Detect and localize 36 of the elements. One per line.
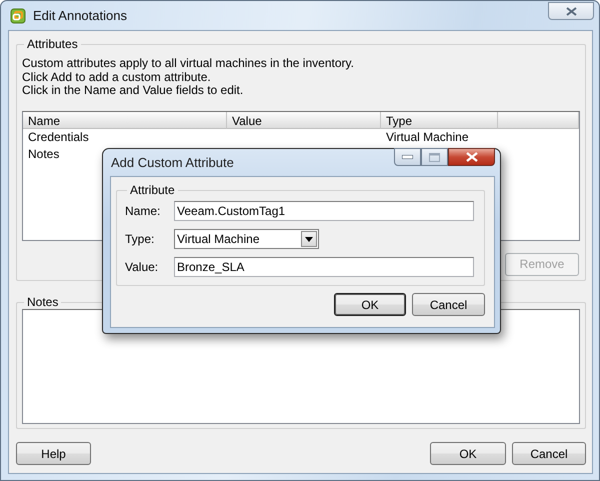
description-text: Click Add to add a custom attribute. <box>22 70 211 84</box>
description-text: Click in the Name and Value fields to edit. <box>22 83 244 97</box>
close-icon <box>466 152 478 162</box>
field-label: Name: <box>125 204 162 218</box>
description-text: Custom attributes apply to all virtual machines in the inventory. <box>22 56 354 70</box>
table-cell: Virtual Machine <box>386 130 468 144</box>
column-header[interactable] <box>498 112 579 128</box>
close-icon <box>566 6 576 16</box>
field-label: Type: <box>125 232 156 246</box>
ok-button[interactable]: OK <box>334 293 406 316</box>
dialog-title: Add Custom Attribute <box>111 155 234 170</box>
minimize-icon <box>402 155 413 159</box>
window-title: Edit Annotations <box>33 8 127 23</box>
group-label: Notes <box>26 295 60 309</box>
help-button[interactable]: Help <box>16 442 91 465</box>
table-cell: Notes <box>28 147 60 161</box>
close-button[interactable] <box>548 2 594 20</box>
column-header[interactable]: Name <box>23 112 227 128</box>
group-label: Attribute <box>129 183 176 197</box>
column-header[interactable]: Value <box>227 112 381 128</box>
text-field[interactable]: Bronze_SLA <box>174 257 474 277</box>
cancel-button[interactable]: Cancel <box>412 293 485 316</box>
table-cell: Credentials <box>28 130 89 144</box>
column-header[interactable]: Type <box>381 112 498 128</box>
text-field[interactable]: Veeam.CustomTag1 <box>174 201 474 221</box>
group-label: Attributes <box>26 37 79 51</box>
minimize-button[interactable] <box>394 148 421 166</box>
cancel-button[interactable]: Cancel <box>512 442 586 465</box>
maximize-icon <box>429 152 440 162</box>
close-button[interactable] <box>448 148 495 166</box>
field-label: Value: <box>125 260 160 274</box>
type-dropdown[interactable]: Virtual Machine <box>174 229 319 249</box>
maximize-button[interactable] <box>421 148 448 166</box>
ok-button[interactable]: OK <box>430 442 506 465</box>
app-icon <box>10 8 26 24</box>
caret-icon <box>305 236 313 242</box>
